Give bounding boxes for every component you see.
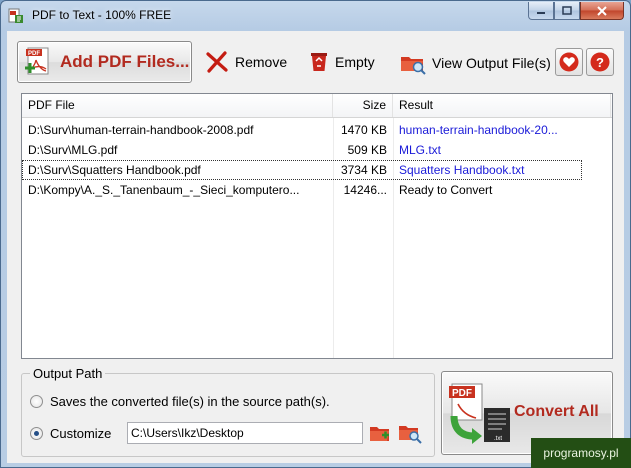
help-button[interactable]: ? bbox=[586, 48, 614, 76]
output-path-group: Output Path Saves the converted file(s) … bbox=[21, 366, 435, 457]
folder-view-icon bbox=[401, 57, 426, 75]
table-row-focused[interactable]: D:\Surv\Squatters Handbook.pdf 3734 KB S… bbox=[22, 160, 582, 180]
source-path-label: Saves the converted file(s) in the sourc… bbox=[50, 394, 330, 409]
file-list[interactable]: PDF File Size Result D:\Surv\human-terra… bbox=[21, 93, 613, 359]
cell-result-link[interactable]: Squatters Handbook.txt bbox=[399, 160, 579, 180]
column-header-pdf-file[interactable]: PDF File bbox=[22, 94, 333, 117]
view-output-files-button[interactable]: View Output File(s) bbox=[400, 51, 551, 75]
close-icon bbox=[597, 5, 607, 16]
cell-result-link[interactable]: human-terrain-handbook-20... bbox=[399, 120, 579, 140]
add-pdf-files-label: Add PDF Files... bbox=[60, 52, 190, 71]
app-window: PDF to Text - 100% FREE PDF Add PDF File… bbox=[0, 0, 631, 468]
pdf-to-txt-icon: PDF .txt bbox=[449, 383, 510, 444]
list-header: PDF File Size Result bbox=[22, 94, 612, 118]
view-output-files-label: View Output File(s) bbox=[432, 55, 551, 71]
help-icon: ? bbox=[590, 52, 610, 72]
table-row[interactable]: D:\Surv\human-terrain-handbook-2008.pdf … bbox=[22, 120, 612, 140]
output-path-field[interactable]: C:\Users\Ikz\Desktop bbox=[127, 422, 363, 444]
column-header-result[interactable]: Result bbox=[393, 94, 611, 117]
cell-size: 1470 KB bbox=[340, 123, 387, 137]
folder-view-icon bbox=[399, 426, 422, 444]
recycle-bin-icon bbox=[311, 53, 327, 71]
column-header-size[interactable]: Size bbox=[333, 94, 393, 117]
output-path-title: Output Path bbox=[30, 366, 106, 381]
folder-add-icon bbox=[370, 427, 389, 441]
customize-radio[interactable] bbox=[30, 427, 43, 440]
cell-file: D:\Kompy\A._S._Tanenbaum_-_Sieci_kompute… bbox=[28, 183, 300, 197]
window-controls bbox=[528, 2, 624, 21]
svg-text:?: ? bbox=[596, 55, 604, 70]
maximize-icon bbox=[562, 6, 572, 15]
table-row[interactable]: D:\Kompy\A._S._Tanenbaum_-_Sieci_kompute… bbox=[22, 180, 612, 200]
close-button[interactable] bbox=[580, 2, 624, 20]
add-pdf-icon: PDF bbox=[25, 47, 49, 75]
customize-option[interactable]: Customize bbox=[30, 426, 111, 441]
cell-result-status: Ready to Convert bbox=[399, 183, 493, 197]
cell-size: 14246... bbox=[343, 183, 387, 197]
app-icon bbox=[8, 8, 23, 23]
cell-size: 3734 KB bbox=[340, 163, 387, 177]
maximize-button[interactable] bbox=[554, 2, 580, 20]
window-title: PDF to Text - 100% FREE bbox=[32, 8, 172, 22]
open-folder-button[interactable] bbox=[398, 421, 422, 445]
empty-button[interactable]: Empty bbox=[309, 51, 375, 73]
svg-text:PDF: PDF bbox=[452, 388, 472, 399]
cell-file: D:\Surv\Squatters Handbook.pdf bbox=[28, 163, 201, 177]
svg-text:PDF: PDF bbox=[28, 51, 40, 57]
customize-label: Customize bbox=[50, 426, 112, 441]
remove-button[interactable]: Remove bbox=[205, 51, 287, 73]
table-row[interactable]: D:\Surv\MLG.pdf 509 KB MLG.txt bbox=[22, 140, 612, 160]
heart-icon bbox=[559, 52, 579, 72]
cell-result-link[interactable]: MLG.txt bbox=[399, 140, 579, 160]
convert-all-label: Convert All bbox=[514, 403, 599, 420]
donate-button[interactable] bbox=[555, 48, 583, 76]
title-bar[interactable]: PDF to Text - 100% FREE bbox=[1, 1, 630, 31]
minimize-button[interactable] bbox=[528, 2, 554, 20]
browse-folder-button[interactable] bbox=[368, 421, 392, 445]
add-pdf-files-button[interactable]: PDF Add PDF Files... bbox=[17, 41, 192, 83]
cell-file: D:\Surv\MLG.pdf bbox=[28, 143, 118, 157]
empty-label: Empty bbox=[335, 54, 375, 70]
remove-icon bbox=[206, 51, 228, 73]
svg-text:.txt: .txt bbox=[494, 436, 502, 442]
source-path-radio[interactable] bbox=[30, 395, 43, 408]
watermark: programosy.pl bbox=[531, 438, 631, 468]
minimize-icon bbox=[537, 11, 545, 14]
cell-file: D:\Surv\human-terrain-handbook-2008.pdf bbox=[28, 123, 254, 137]
toolbar: PDF Add PDF Files... Remove Empty View O… bbox=[7, 31, 624, 93]
client-area: PDF Add PDF Files... Remove Empty View O… bbox=[7, 31, 624, 463]
remove-label: Remove bbox=[235, 54, 288, 70]
cell-size: 509 KB bbox=[347, 143, 387, 157]
source-path-option[interactable]: Saves the converted file(s) in the sourc… bbox=[30, 394, 330, 409]
